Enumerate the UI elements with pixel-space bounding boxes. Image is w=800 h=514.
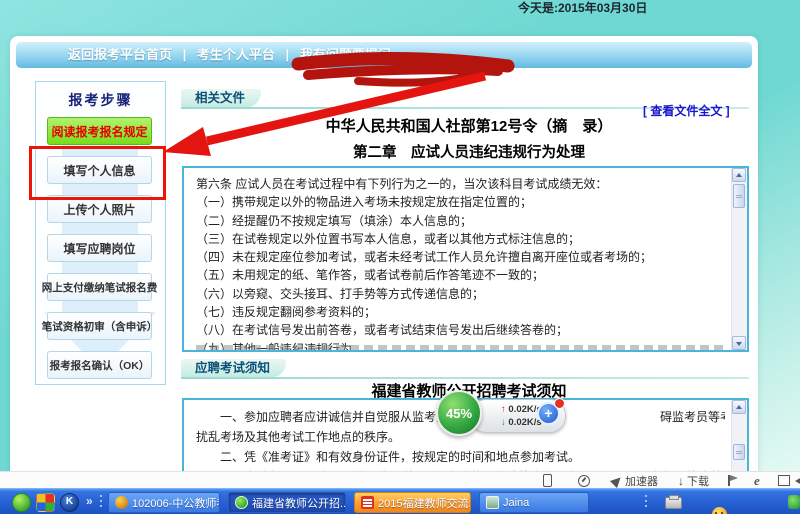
download-speed: 0.02K/s	[501, 416, 542, 429]
flag-icon[interactable]	[728, 473, 730, 488]
sidebar-title: 报考步骤	[36, 90, 165, 110]
nav-separator: |	[183, 47, 187, 62]
doc-line: （一）携带规定以外的物品进入考场未按规定放在指定位置的；	[196, 193, 725, 211]
document-body: 第六条 应试人员在考试过程中有下列行为之一的，当次该科目考试成绩无效： （一）携…	[196, 175, 725, 352]
quicklaunch-colors-icon[interactable]	[36, 493, 55, 512]
phone-icon[interactable]	[543, 473, 552, 488]
app-icon	[361, 496, 374, 509]
scroll-down-icon[interactable]	[732, 336, 746, 350]
taskbar-item-jaina[interactable]: Jaina	[479, 492, 589, 513]
desktop-screen: 今天是:2015年03月30日 返回报考平台首页 | 考生个人平台 | 我有问题…	[0, 0, 800, 514]
quicklaunch-green-icon[interactable]	[12, 493, 31, 512]
doc-line: （五）未用规定的纸、笔作答，或者试卷前后作答笔迹不一致的；	[196, 266, 725, 284]
download-speed-widget[interactable]: 0.02K/s 0.02K/s + 45%	[432, 390, 567, 440]
taskbar-item-zhonggong[interactable]: 102006-中公教师考...	[108, 492, 220, 513]
nav-link-ask-question[interactable]: 我有问题要提问	[300, 47, 391, 62]
document-subtitle: 第二章 应试人员违纪违规行为处理	[183, 141, 755, 162]
app-icon	[486, 496, 499, 509]
taskbar-separator	[100, 495, 102, 509]
taskbar-item-teacher-group[interactable]: 2015福建教师交流...	[354, 492, 471, 513]
volume-icon[interactable]	[795, 473, 800, 488]
printer-tray-icon[interactable]	[665, 497, 682, 509]
upload-speed: 0.02K/s	[501, 403, 542, 416]
browser-icon	[235, 496, 248, 509]
scroll-up-icon[interactable]	[732, 168, 746, 182]
browser-page-window: 返回报考平台首页 | 考生个人平台 | 我有问题要提问 报考步骤 阅读报考报名规…	[10, 36, 758, 481]
doc-line: （三）在试卷规定以外位置书写本人信息，或者以其他方式标注信息的；	[196, 230, 725, 248]
qq-avatar-tray-icon[interactable]	[712, 507, 727, 514]
quicklaunch-k-icon[interactable]: K	[60, 493, 79, 512]
doc-line: （四）未在规定座位参加考试，或者未经考试工作人员允许擅自离开座位或者考场的；	[196, 248, 725, 266]
nav-separator: |	[286, 47, 290, 62]
window-icon[interactable]	[778, 473, 790, 488]
notification-dot	[554, 398, 565, 409]
sidebar-step-read-rules[interactable]: 阅读报考报名规定	[47, 117, 152, 145]
taskbar-item-fujian-recruit[interactable]: 福建省教师公开招...	[228, 492, 346, 513]
messenger-tray-icon[interactable]	[788, 495, 800, 509]
tab-exam-notice: 应聘考试须知	[181, 359, 286, 378]
speed-icon[interactable]	[578, 473, 590, 488]
download-button[interactable]: 下载	[678, 473, 709, 488]
doc-line: （八）在考试信号发出前答卷，或者考试结束信号发出后继续答卷的；	[196, 321, 725, 339]
scroll-thumb[interactable]	[733, 444, 745, 460]
rocket-icon	[610, 473, 624, 487]
sidebar-step-pay-fee[interactable]: 网上支付缴纳笔试报名费	[47, 273, 152, 301]
scroll-thumb[interactable]	[733, 184, 745, 208]
top-navbar: 返回报考平台首页 | 考生个人平台 | 我有问题要提问	[16, 42, 752, 68]
taskbar: K » 102006-中公教师考... 福建省教师公开招... 2015福建教师…	[0, 488, 800, 514]
quicklaunch-overflow-chevron[interactable]: »	[86, 494, 93, 508]
doc-line: （六）以旁窥、交头接耳、打手势等方式传递信息的；	[196, 285, 725, 303]
current-date: 今天是:2015年03月30日	[518, 0, 647, 16]
sidebar-step-fill-position[interactable]: 填写应聘岗位	[47, 234, 152, 262]
annotation-highlight-box	[29, 146, 166, 200]
browser-status-bar: 加速器 下载 e	[0, 471, 800, 489]
app-icon	[115, 496, 128, 509]
sidebar-step-confirm[interactable]: 报考报名确认（OK）	[47, 351, 152, 379]
doc-line: （二）经提醒仍不按规定填写（填涂）本人信息的；	[196, 212, 725, 230]
nav-link-platform-home[interactable]: 返回报考平台首页	[68, 47, 172, 62]
clipped-text-line	[196, 345, 725, 350]
scrollbar[interactable]	[731, 168, 747, 350]
download-icon	[678, 474, 684, 488]
related-files-textbox: 第六条 应试人员在考试过程中有下列行为之一的，当次该科目考试成绩无效： （一）携…	[182, 166, 749, 352]
ie-icon[interactable]: e	[754, 473, 760, 488]
doc-line: （七）违反规定翻阅参考资料的；	[196, 303, 725, 321]
progress-ball[interactable]: 45%	[436, 390, 482, 436]
notice-line: 二、凭《准考证》和有效身份证件，按规定的时间和地点参加考试。	[196, 447, 725, 467]
scroll-up-icon[interactable]	[732, 400, 746, 414]
tab-related-files: 相关文件	[181, 89, 261, 108]
sidebar-step-qualification-review[interactable]: 笔试资格初审（含申诉）	[47, 312, 152, 340]
nav-link-personal-platform[interactable]: 考生个人平台	[197, 47, 275, 62]
tab-divider	[181, 377, 749, 379]
document-title: 中华人民共和国人社部第12号令（摘 录）	[183, 115, 755, 136]
accelerator-button[interactable]: 加速器	[612, 473, 658, 488]
doc-line: 第六条 应试人员在考试过程中有下列行为之一的，当次该科目考试成绩无效：	[196, 175, 725, 193]
scrollbar[interactable]	[731, 400, 747, 479]
taskbar-separator	[645, 495, 647, 509]
steps-sidebar: 报考步骤 阅读报考报名规定 填写个人信息 上传个人照片 填写应聘岗位 网上支付缴…	[35, 81, 166, 385]
